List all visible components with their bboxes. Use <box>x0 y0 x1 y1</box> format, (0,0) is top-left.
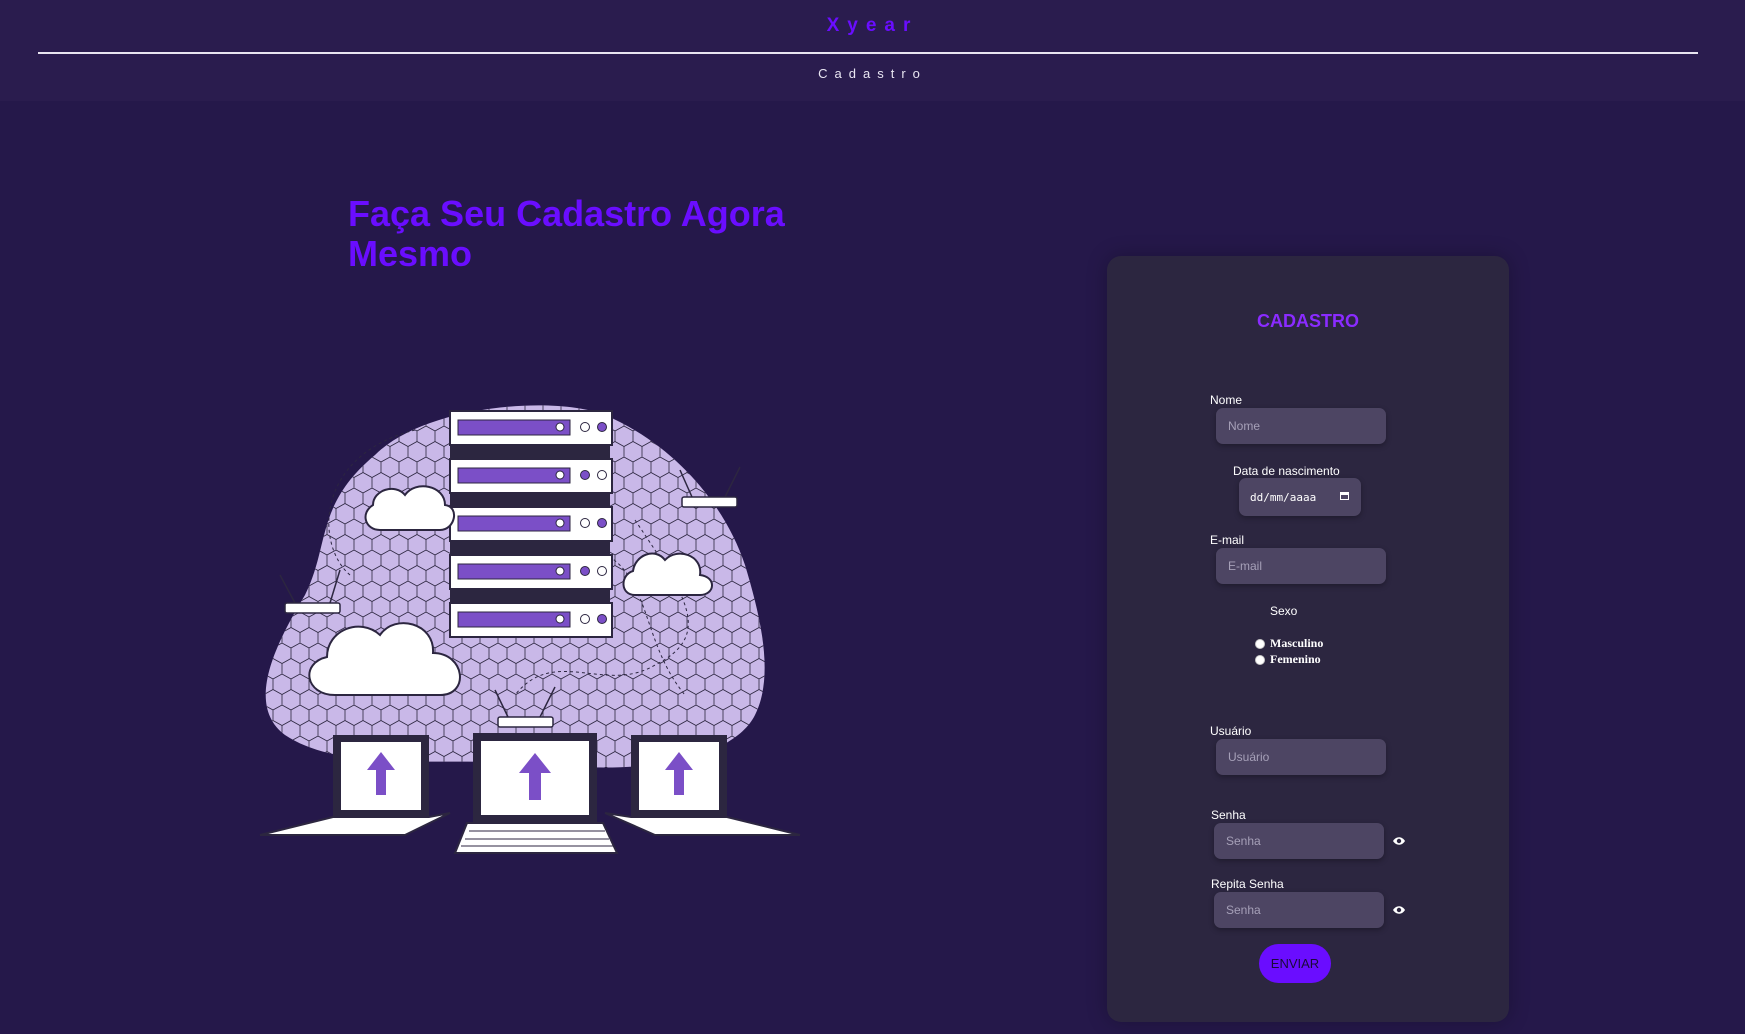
form-title: CADASTRO <box>1257 311 1359 331</box>
nome-input[interactable]: Nome <box>1216 408 1386 444</box>
radio-button[interactable] <box>1255 654 1265 665</box>
nascimento-date-input[interactable]: dd/mm/aaaa <box>1239 478 1361 516</box>
hero-title: Faça Seu Cadastro Agora Mesmo <box>348 193 785 274</box>
radio-femenino[interactable]: Femenino <box>1255 652 1321 667</box>
submit-button[interactable]: ENVIAR <box>1259 944 1331 983</box>
radio-masculino[interactable]: Masculino <box>1255 636 1323 651</box>
nascimento-label: Data de nascimento <box>1233 464 1340 478</box>
sexo-label: Sexo <box>1270 604 1298 618</box>
usuario-label: Usuário <box>1210 724 1252 738</box>
show-password-icon[interactable] <box>1392 835 1406 847</box>
repita-senha-input[interactable]: Senha <box>1214 892 1384 928</box>
network-illustration <box>259 405 801 854</box>
laptop-icon <box>259 733 801 854</box>
show-password-icon[interactable] <box>1392 904 1406 916</box>
email-label: E-mail <box>1210 533 1245 547</box>
radio-label: Femenino <box>1270 652 1321 666</box>
server-rack <box>449 410 613 638</box>
brand-logo-text[interactable]: Xyear <box>0 15 1745 37</box>
header-divider <box>38 52 1698 54</box>
usuario-input[interactable]: Usuário <box>1216 739 1386 775</box>
repita-senha-label: Repita Senha <box>1211 877 1284 891</box>
calendar-icon[interactable] <box>1340 492 1349 500</box>
top-header: Xyear Cadastro <box>0 0 1745 101</box>
senha-label: Senha <box>1211 808 1246 822</box>
page-subtitle: Cadastro <box>818 66 927 81</box>
radio-label: Masculino <box>1270 636 1324 650</box>
register-card: CADASTRO Nome Nome Data de nascimento dd… <box>1107 256 1509 1022</box>
email-input[interactable]: E-mail <box>1216 548 1386 584</box>
senha-input[interactable]: Senha <box>1214 823 1384 859</box>
radio-button[interactable] <box>1255 638 1265 649</box>
date-placeholder: dd/mm/aaaa <box>1250 490 1317 504</box>
nome-label: Nome <box>1210 393 1243 407</box>
